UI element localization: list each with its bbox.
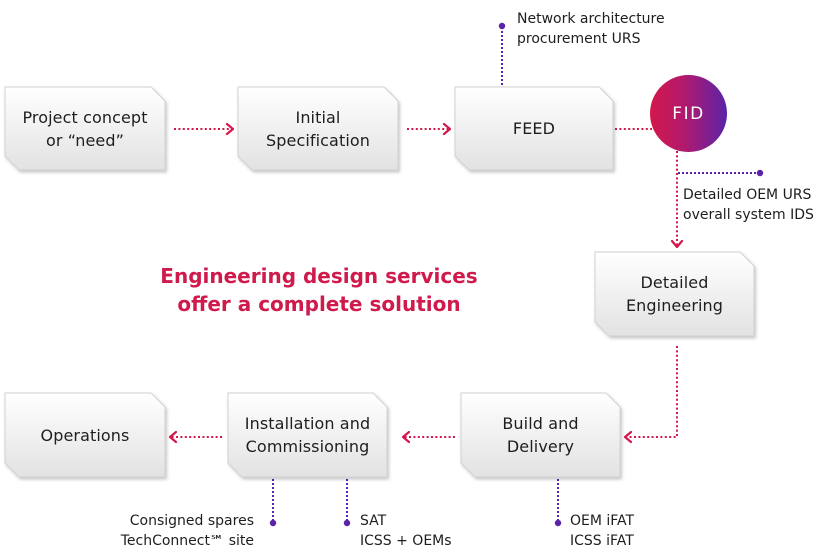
stage-fid-milestone: FID bbox=[650, 75, 727, 152]
note-dot-icon bbox=[756, 169, 764, 177]
stage-label: Build and Delivery bbox=[502, 414, 579, 456]
stage-label: Project concept or “need” bbox=[22, 107, 148, 150]
note-dot-icon bbox=[343, 519, 351, 527]
stage-project-concept: Project concept or “need” bbox=[5, 87, 165, 170]
headline: Engineering design services offer a comp… bbox=[160, 264, 478, 316]
engineering-process-diagram: Project concept or “need” Initial Specif… bbox=[0, 0, 831, 553]
stage-detailed-engineering: Detailed Engineering bbox=[595, 252, 754, 336]
stage-label: Initial Specification bbox=[265, 107, 371, 150]
note-build: OEM iFAT ICSS iFAT bbox=[570, 513, 635, 549]
note-dot-icon bbox=[498, 22, 506, 30]
note-dot-icon bbox=[269, 519, 277, 527]
stage-label: FEED bbox=[512, 119, 556, 138]
note-feed: Network architecture procurement URS bbox=[517, 11, 665, 47]
fid-label: FID bbox=[672, 103, 705, 124]
note-dot-icon bbox=[554, 519, 562, 527]
note-installation-spares: Consigned spares TechConnect℠ site bbox=[120, 513, 254, 549]
stage-label: Installation and Commissioning bbox=[244, 414, 371, 456]
stage-initial-specification: Initial Specification bbox=[238, 87, 398, 170]
stage-label: Operations bbox=[40, 425, 130, 445]
note-installation-sat: SAT ICSS + OEMs bbox=[360, 513, 452, 549]
stage-feed: FEED bbox=[455, 87, 613, 170]
note-fid: Detailed OEM URS overall system IDS bbox=[683, 187, 814, 223]
stage-build-and-delivery: Build and Delivery bbox=[461, 393, 620, 477]
flow-line-detailed-to-build bbox=[627, 346, 678, 438]
stage-operations: Operations bbox=[5, 393, 165, 477]
stage-label: Detailed Engineering bbox=[625, 273, 724, 315]
stage-installation-commissioning: Installation and Commissioning bbox=[228, 393, 387, 477]
